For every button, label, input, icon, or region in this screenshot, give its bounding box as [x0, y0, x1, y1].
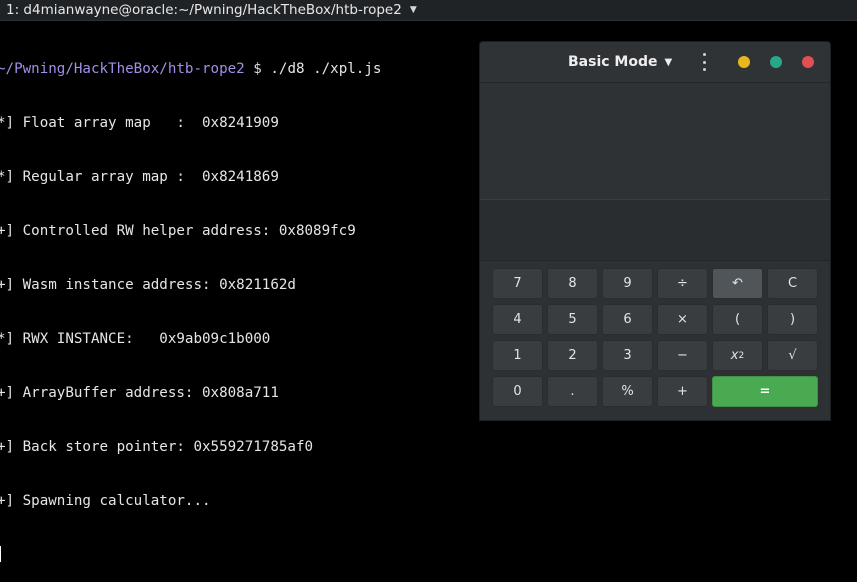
- key-0[interactable]: 0: [492, 376, 543, 407]
- terminal-line: +] Back store pointer: 0x559271785af0: [0, 439, 314, 455]
- square-base: x: [730, 348, 739, 363]
- key-decimal[interactable]: .: [547, 376, 598, 407]
- mode-label: Basic Mode: [568, 54, 658, 70]
- text-cursor: [0, 546, 1, 562]
- terminal-line: +] Spawning calculator...: [0, 493, 211, 509]
- key-percent[interactable]: %: [602, 376, 653, 407]
- terminal-tab-bar: 1: d4mianwayne@oracle:~/Pwning/HackTheBo…: [0, 0, 857, 21]
- key-close-paren[interactable]: ): [767, 304, 818, 335]
- kebab-menu-icon[interactable]: [699, 52, 709, 72]
- key-1[interactable]: 1: [492, 340, 543, 371]
- calculator-history-display: [480, 83, 830, 200]
- calculator-keypad: 7 8 9 ÷ ↶ C 4 5 6 × ( ) 1 2 3 − x2 √ 0 .…: [492, 268, 818, 408]
- key-multiply[interactable]: ×: [657, 304, 708, 335]
- terminal-tab[interactable]: 1: d4mianwayne@oracle:~/Pwning/HackTheBo…: [0, 0, 417, 20]
- key-7[interactable]: 7: [492, 268, 543, 299]
- maximize-button[interactable]: [770, 56, 782, 68]
- key-equals[interactable]: =: [712, 376, 818, 407]
- key-plus[interactable]: +: [657, 376, 708, 407]
- key-sqrt[interactable]: √: [767, 340, 818, 371]
- prompt-symbol: $: [253, 61, 262, 77]
- key-2[interactable]: 2: [547, 340, 598, 371]
- square-exponent: 2: [738, 350, 745, 361]
- prompt-path: ~/Pwning/HackTheBox/htb-rope2: [0, 61, 245, 77]
- key-9[interactable]: 9: [602, 268, 653, 299]
- key-4[interactable]: 4: [492, 304, 543, 335]
- chevron-down-icon[interactable]: ▼: [410, 5, 417, 15]
- key-6[interactable]: 6: [602, 304, 653, 335]
- minimize-button[interactable]: [738, 56, 750, 68]
- chevron-down-icon: ▼: [664, 56, 673, 68]
- calculator-input-display[interactable]: [480, 200, 830, 261]
- undo-icon: ↶: [732, 276, 743, 291]
- undo-button[interactable]: ↶: [712, 268, 763, 299]
- key-5[interactable]: 5: [547, 304, 598, 335]
- close-button[interactable]: [802, 56, 814, 68]
- mode-selector-button[interactable]: Basic Mode ▼: [568, 50, 672, 74]
- terminal-cursor-line: [0, 546, 854, 564]
- key-divide[interactable]: ÷: [657, 268, 708, 299]
- key-clear[interactable]: C: [767, 268, 818, 299]
- key-minus[interactable]: −: [657, 340, 708, 371]
- terminal-tab-title: 1: d4mianwayne@oracle:~/Pwning/HackTheBo…: [6, 2, 402, 18]
- calculator-header: Basic Mode ▼: [480, 42, 830, 83]
- key-3[interactable]: 3: [602, 340, 653, 371]
- key-square[interactable]: x2: [712, 340, 763, 371]
- key-open-paren[interactable]: (: [712, 304, 763, 335]
- calculator-window: Basic Mode ▼ 7 8 9 ÷ ↶ C 4 5 6 × ( ) 1 2…: [479, 41, 831, 421]
- key-8[interactable]: 8: [547, 268, 598, 299]
- prompt-command: ./d8 ./xpl.js: [270, 61, 382, 77]
